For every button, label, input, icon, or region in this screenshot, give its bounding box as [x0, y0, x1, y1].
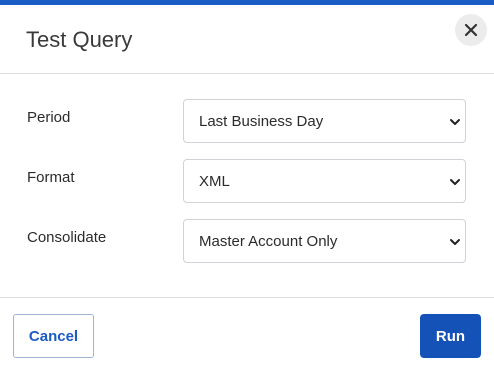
period-select-value: Last Business Day — [199, 113, 324, 130]
dialog-header: Test Query — [0, 5, 494, 74]
period-label: Period — [27, 109, 71, 126]
consolidate-select-value: Master Account Only — [199, 233, 338, 250]
close-icon — [464, 23, 478, 37]
consolidate-row: Consolidate Master Account Only — [0, 219, 494, 263]
run-button[interactable]: Run — [420, 314, 481, 358]
dialog-footer: Cancel Run — [0, 298, 494, 369]
format-select-value: XML — [199, 173, 230, 190]
close-button[interactable] — [455, 14, 487, 46]
test-query-dialog: Test Query Period Last Business Day Form… — [0, 0, 494, 370]
format-select[interactable]: XML — [183, 159, 466, 203]
format-row: Format XML — [0, 159, 494, 203]
consolidate-label: Consolidate — [27, 229, 107, 246]
chevron-down-icon — [450, 119, 460, 125]
chevron-down-icon — [450, 179, 460, 185]
period-select[interactable]: Last Business Day — [183, 99, 466, 143]
chevron-down-icon — [450, 239, 460, 245]
period-row: Period Last Business Day — [0, 99, 494, 143]
dialog-body: Period Last Business Day Format XML Cons… — [0, 74, 494, 298]
consolidate-select[interactable]: Master Account Only — [183, 219, 466, 263]
dialog-title: Test Query — [26, 27, 133, 52]
cancel-button[interactable]: Cancel — [13, 314, 94, 358]
format-label: Format — [27, 169, 75, 186]
